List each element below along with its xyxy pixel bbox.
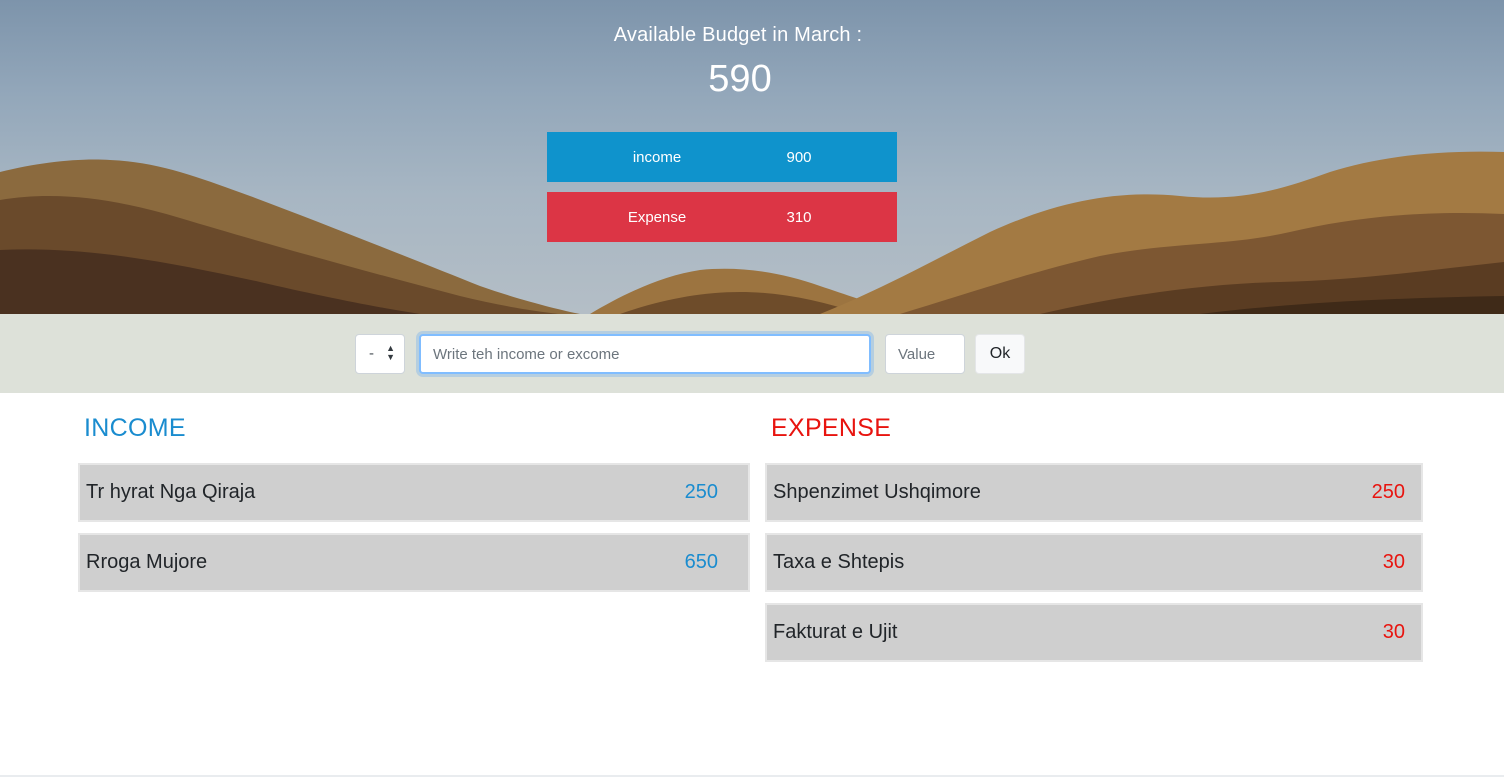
item-description: Rroga Mujore [86, 551, 208, 573]
expense-list-item[interactable]: Taxa e Shtepis 30 [765, 533, 1423, 592]
expense-list-item[interactable]: Shpenzimet Ushqimore 250 [765, 463, 1423, 522]
type-select[interactable]: - ▲ ▼ [355, 334, 405, 374]
expense-summary-label: Expense [627, 208, 687, 226]
item-description: Taxa e Shtepis [773, 551, 905, 573]
income-summary-label: income [632, 148, 682, 166]
income-list-item[interactable]: Tr hyrat Nga Qiraja 250 [78, 463, 750, 522]
income-summary-value: 900 [786, 148, 812, 166]
select-arrows-icon: ▲ ▼ [386, 343, 395, 362]
expense-summary-value: 310 [786, 208, 812, 226]
item-value: 650 [684, 551, 718, 573]
budget-title: Available Budget in March : [613, 24, 863, 46]
footer-divider [0, 775, 1504, 777]
budget-header: Available Budget in March : 590 income 9… [0, 0, 1504, 314]
income-summary-box: income 900 [547, 132, 897, 182]
expense-list-item[interactable]: Fakturat e Ujit 30 [765, 603, 1423, 662]
ok-button[interactable]: Ok [975, 334, 1025, 374]
item-value: 250 [1371, 481, 1405, 503]
item-value: 30 [1382, 621, 1405, 643]
item-description: Tr hyrat Nga Qiraja [86, 481, 256, 503]
value-input[interactable] [885, 334, 965, 374]
expense-summary-box: Expense 310 [547, 192, 897, 242]
description-input[interactable] [419, 334, 871, 374]
income-list-item[interactable]: Rroga Mujore 650 [78, 533, 750, 592]
add-entry-bar: - ▲▼ Ok [0, 314, 1504, 393]
available-budget-value: 590 [708, 58, 772, 100]
item-value: 30 [1382, 551, 1405, 573]
expense-list-title: EXPENSE [771, 414, 892, 442]
income-list-title: INCOME [84, 414, 186, 442]
item-description: Fakturat e Ujit [773, 621, 898, 643]
item-value: 250 [684, 481, 718, 503]
type-select-value: - [369, 345, 374, 362]
item-description: Shpenzimet Ushqimore [773, 481, 981, 503]
